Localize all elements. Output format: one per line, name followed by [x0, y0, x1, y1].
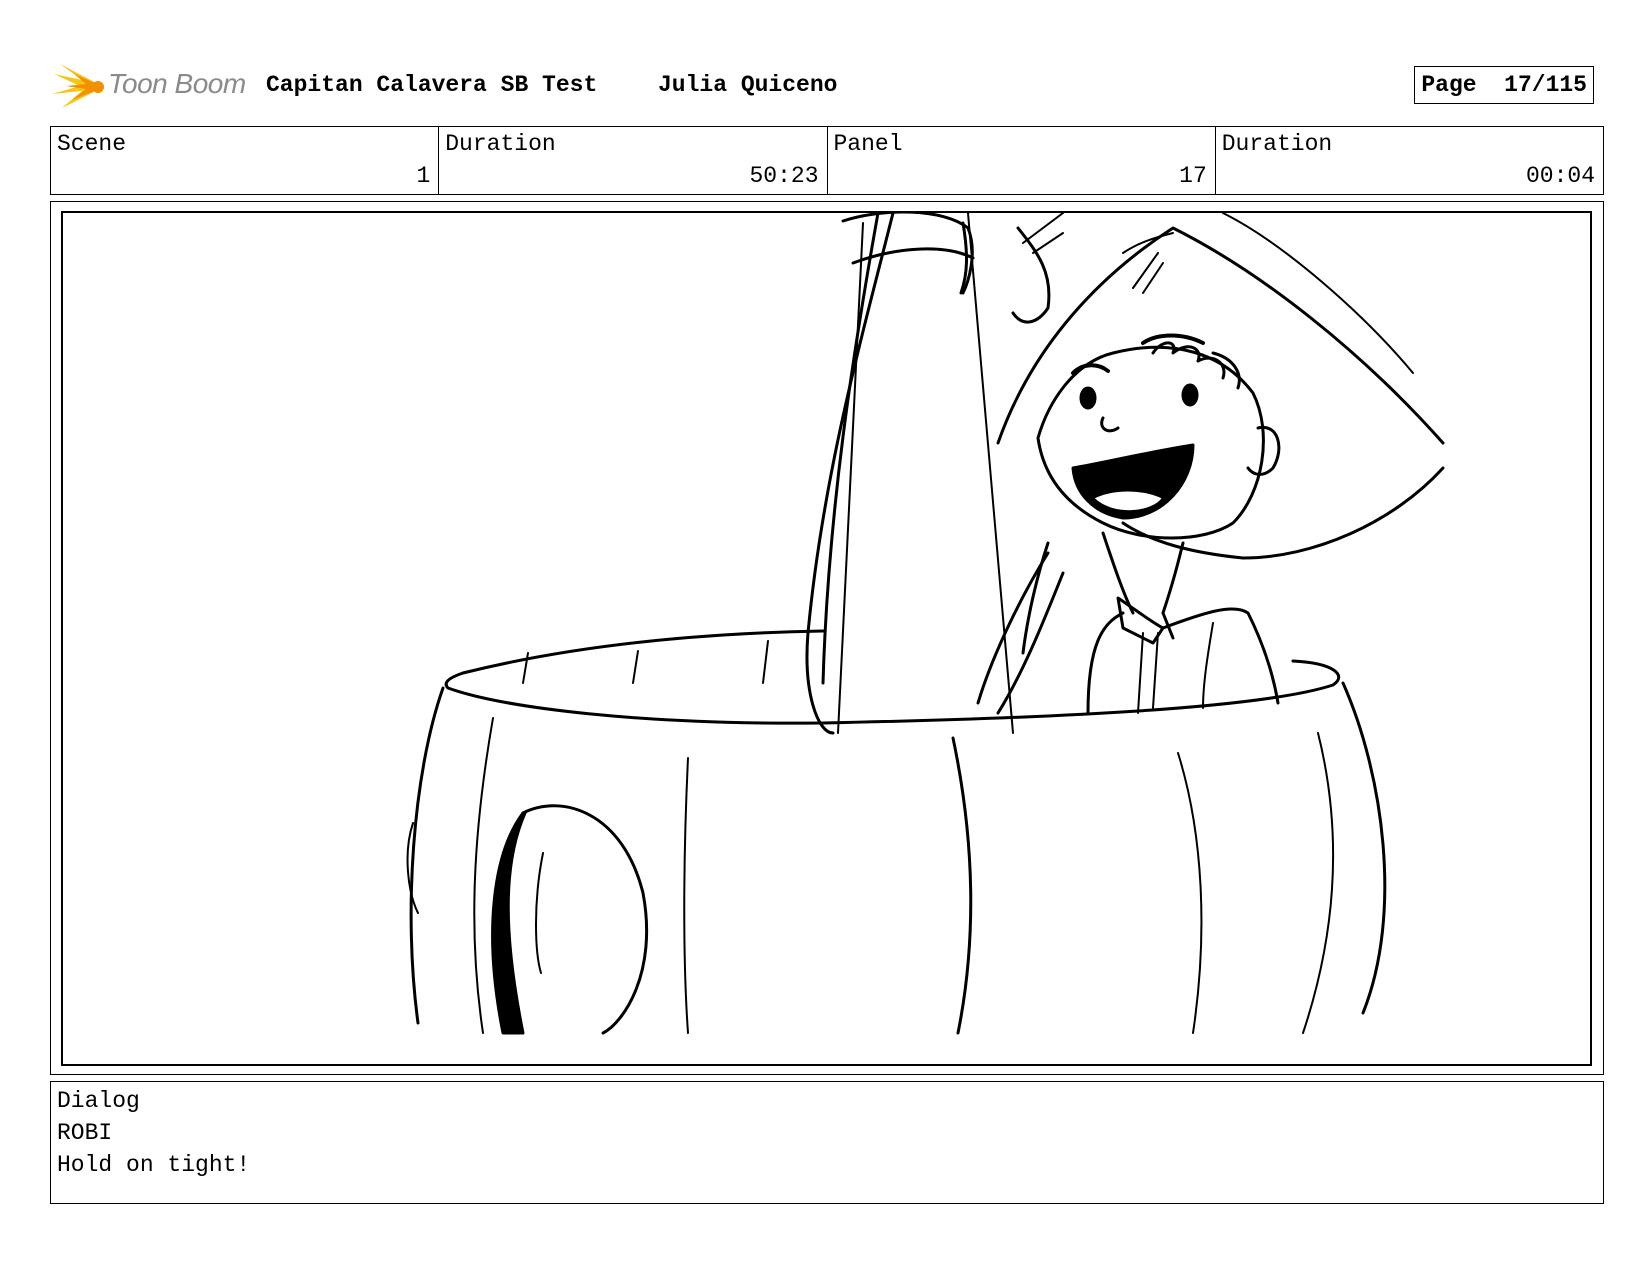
panel-duration-cell: Duration 00:04 — [1216, 127, 1603, 194]
storyboard-header: Toon Boom Capitan Calavera SB Test Julia… — [50, 58, 1606, 114]
author-name: Julia Quiceno — [658, 72, 838, 98]
toon-boom-starburst-icon — [52, 64, 104, 108]
panel-duration-label: Duration — [1221, 131, 1333, 157]
dialog-box: Dialog ROBI Hold on tight! — [50, 1081, 1604, 1204]
character-robi-sketch — [976, 213, 1445, 715]
dialog-character: ROBI — [57, 1120, 113, 1146]
barrel-sketch — [406, 629, 1387, 1035]
dialog-label: Dialog — [57, 1088, 140, 1114]
scene-duration-value: 50:23 — [749, 163, 819, 189]
panel-frame — [50, 201, 1604, 1075]
panel-label: Panel — [833, 131, 903, 157]
panel-cell: Panel 17 — [828, 127, 1216, 194]
scene-value: 1 — [416, 163, 431, 189]
toon-boom-logo: Toon Boom — [52, 58, 252, 114]
scene-info-row: Scene 1 Duration 50:23 Panel 17 Duration… — [50, 126, 1604, 195]
logo-text: Toon Boom — [108, 68, 246, 99]
scene-duration-cell: Duration 50:23 — [439, 127, 828, 194]
rope-sketch — [805, 213, 1014, 735]
project-title: Capitan Calavera SB Test — [266, 72, 598, 98]
panel-value: 17 — [1179, 163, 1207, 189]
scene-cell: Scene 1 — [51, 127, 440, 194]
page-label: Page — [1421, 72, 1477, 98]
page-indicator: Page 17/115 — [1414, 66, 1594, 104]
storyboard-drawing — [61, 211, 1592, 1066]
page-number: 17/115 — [1504, 72, 1587, 98]
dialog-line: Hold on tight! — [57, 1152, 251, 1178]
scene-duration-label: Duration — [445, 131, 556, 157]
scene-label: Scene — [57, 131, 127, 157]
panel-duration-value: 00:04 — [1525, 163, 1595, 189]
sketch-illustration — [406, 213, 1445, 1035]
